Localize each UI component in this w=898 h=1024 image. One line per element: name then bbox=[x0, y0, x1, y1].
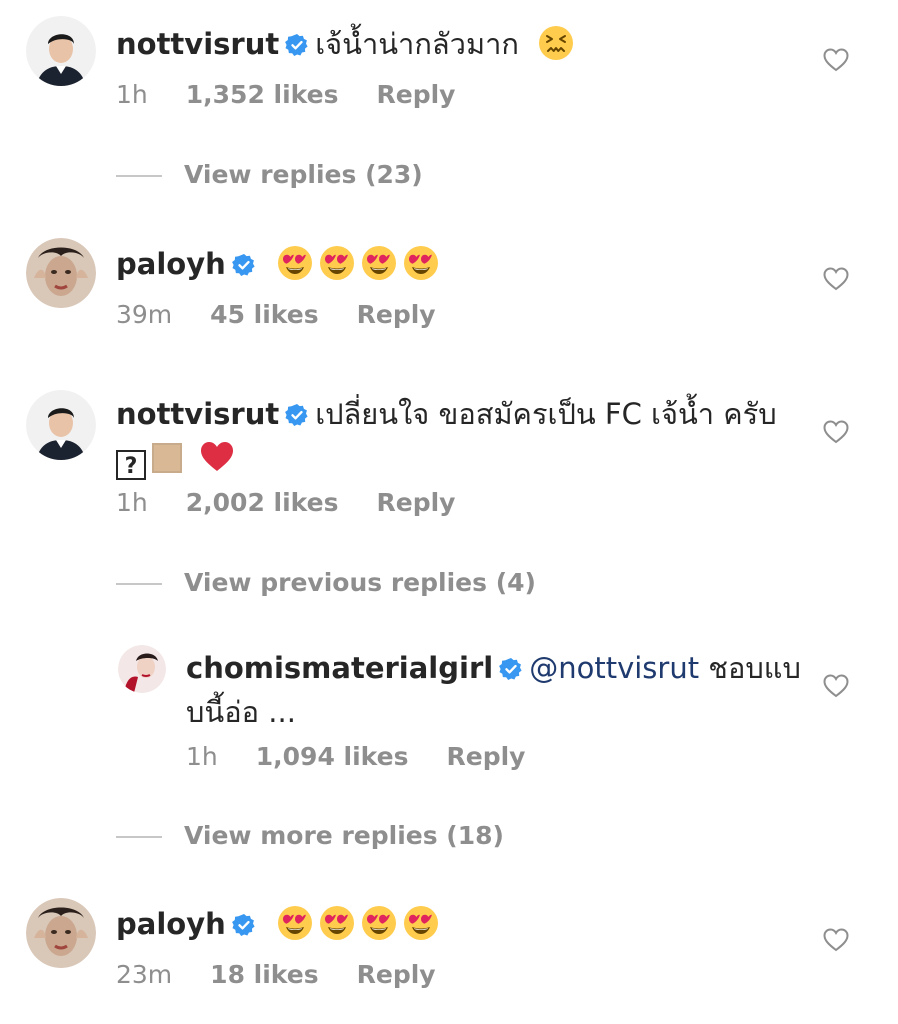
comment-text-continued: บนี้อ่อ ... bbox=[186, 695, 296, 729]
like-heart-icon[interactable] bbox=[822, 265, 850, 293]
red-heart-icon bbox=[199, 439, 235, 475]
divider-line bbox=[116, 175, 162, 177]
avatar[interactable] bbox=[118, 645, 166, 693]
heart-eyes-face-icon bbox=[361, 905, 397, 941]
likes-count[interactable]: 2,002 likes bbox=[186, 488, 339, 517]
comment-text: เจ้น้ำน่ากลัวมาก bbox=[315, 27, 519, 61]
comment-time: 1h bbox=[116, 80, 148, 109]
reply-button[interactable]: Reply bbox=[376, 488, 455, 517]
reply-button[interactable]: Reply bbox=[376, 80, 455, 109]
mention-link[interactable]: @nottvisrut bbox=[529, 651, 699, 685]
username[interactable]: nottvisrut bbox=[116, 397, 279, 431]
likes-count[interactable]: 18 likes bbox=[210, 960, 318, 989]
comment-time: 39m bbox=[116, 300, 173, 329]
view-more-replies-button[interactable]: View more replies (18) bbox=[116, 821, 504, 850]
verified-badge-icon bbox=[499, 657, 523, 681]
verified-badge-icon bbox=[285, 33, 309, 57]
divider-line bbox=[116, 583, 162, 585]
likes-count[interactable]: 45 likes bbox=[210, 300, 318, 329]
username[interactable]: nottvisrut bbox=[116, 27, 279, 61]
comment-time: 1h bbox=[186, 742, 218, 771]
divider-line bbox=[116, 836, 162, 838]
avatar[interactable] bbox=[26, 390, 96, 460]
likes-count[interactable]: 1,352 likes bbox=[186, 80, 339, 109]
heart-eyes-face-icon bbox=[277, 905, 313, 941]
like-heart-icon[interactable] bbox=[822, 46, 850, 74]
username[interactable]: chomismaterialgirl bbox=[186, 651, 493, 685]
like-heart-icon[interactable] bbox=[822, 418, 850, 446]
reply-button[interactable]: Reply bbox=[446, 742, 525, 771]
comment-time: 1h bbox=[116, 488, 148, 517]
heart-eyes-face-icon bbox=[319, 245, 355, 281]
heart-eyes-face-icon bbox=[403, 905, 439, 941]
like-heart-icon[interactable] bbox=[822, 672, 850, 700]
username[interactable]: paloyh bbox=[116, 907, 226, 941]
reply-button[interactable]: Reply bbox=[357, 300, 436, 329]
view-previous-replies-button[interactable]: View previous replies (4) bbox=[116, 568, 536, 597]
verified-badge-icon bbox=[232, 253, 256, 277]
likes-count[interactable]: 1,094 likes bbox=[256, 742, 409, 771]
heart-eyes-face-icon bbox=[361, 245, 397, 281]
heart-eyes-face-icon bbox=[319, 905, 355, 941]
heart-eyes-face-icon bbox=[277, 245, 313, 281]
verified-badge-icon bbox=[232, 913, 256, 937]
avatar[interactable] bbox=[26, 238, 96, 308]
reply-button[interactable]: Reply bbox=[357, 960, 436, 989]
missing-glyph-box: ? bbox=[116, 450, 146, 480]
avatar[interactable] bbox=[26, 16, 96, 86]
avatar[interactable] bbox=[26, 898, 96, 968]
heart-eyes-face-icon bbox=[403, 245, 439, 281]
skin-tone-swatch bbox=[152, 443, 182, 473]
confounded-face-icon bbox=[538, 25, 574, 61]
comment-text: ชอบแบ bbox=[708, 651, 801, 685]
comment-text: เปลี่ยนใจ ขอสมัครเป็น FC เจ้น้ำ ครับ bbox=[315, 397, 777, 431]
comment-time: 23m bbox=[116, 960, 173, 989]
verified-badge-icon bbox=[285, 403, 309, 427]
view-replies-button[interactable]: View replies (23) bbox=[116, 160, 423, 189]
like-heart-icon[interactable] bbox=[822, 926, 850, 954]
username[interactable]: paloyh bbox=[116, 247, 226, 281]
